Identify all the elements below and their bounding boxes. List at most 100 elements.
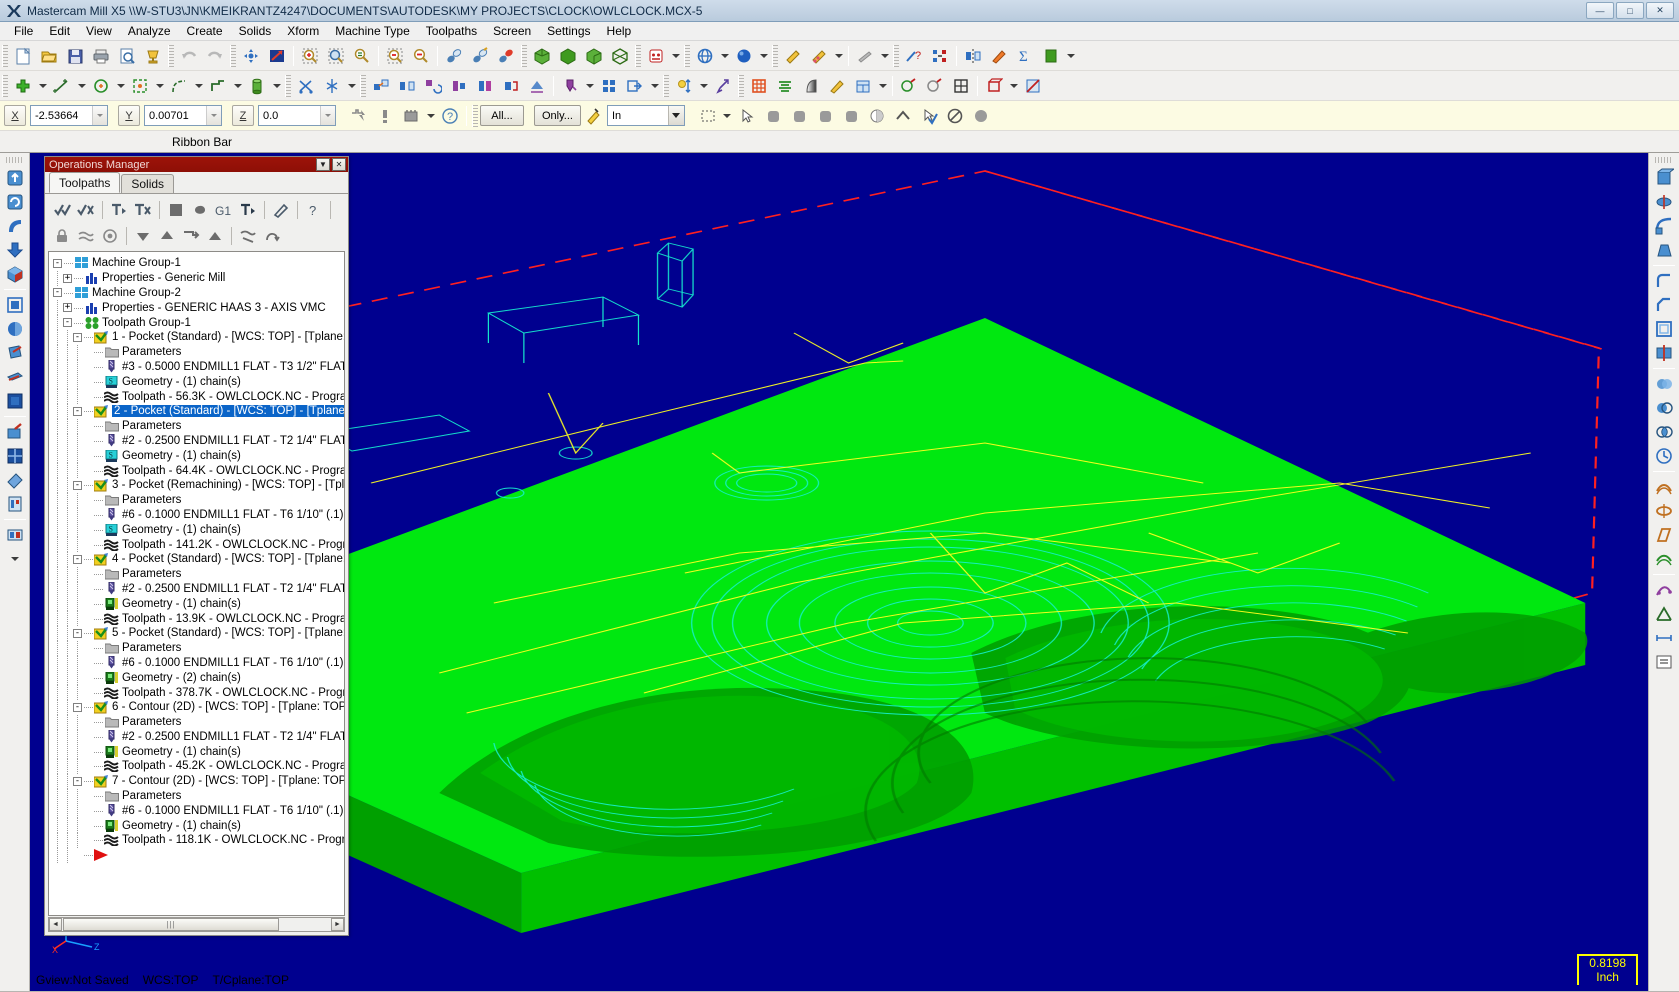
operations-manager-titlebar[interactable]: Operations Manager ▼ ✕ bbox=[45, 157, 348, 172]
xform-mirror-icon[interactable] bbox=[394, 74, 420, 98]
mask-point-icon[interactable] bbox=[838, 104, 864, 128]
solid-boolean-add-icon[interactable] bbox=[1651, 372, 1677, 396]
toolbar-grip[interactable] bbox=[168, 44, 174, 67]
menu-item-solids[interactable]: Solids bbox=[231, 22, 280, 40]
surface-revolve-icon[interactable] bbox=[1651, 499, 1677, 523]
maximize-button[interactable]: □ bbox=[1616, 2, 1644, 19]
xform-offset-contour-icon[interactable] bbox=[498, 74, 524, 98]
create-curve-icon[interactable] bbox=[166, 74, 192, 98]
tree-expander[interactable]: - bbox=[73, 628, 82, 638]
view-rotate-icon[interactable] bbox=[2, 190, 28, 214]
fastpoint-icon[interactable] bbox=[346, 104, 372, 128]
tree-row[interactable]: - 6 - Contour (2D) - [WCS: TOP] - [Tplane… bbox=[53, 699, 344, 715]
attributes-dropdown-icon[interactable] bbox=[832, 44, 845, 68]
shaded-dropdown-icon[interactable] bbox=[757, 44, 770, 68]
export-icon[interactable] bbox=[622, 74, 648, 98]
blank-icon[interactable] bbox=[493, 44, 519, 68]
autocursor-dropdown-icon[interactable] bbox=[424, 104, 437, 128]
toolbar-grip[interactable] bbox=[521, 44, 527, 67]
view-arc-icon[interactable] bbox=[2, 214, 28, 238]
break-entity-icon[interactable] bbox=[319, 74, 345, 98]
create-cylinder-dropdown-icon[interactable] bbox=[270, 74, 283, 98]
create-spline-dropdown-icon[interactable] bbox=[153, 74, 166, 98]
create-rect-icon[interactable] bbox=[205, 74, 231, 98]
select-only-button[interactable]: Only... bbox=[534, 105, 581, 126]
vtoolbar-overflow-icon[interactable] bbox=[8, 547, 21, 571]
toolpath-tree[interactable]: - Machine Group-1 + Properties - Generic Mi… bbox=[48, 251, 345, 916]
move-insert-icon[interactable] bbox=[179, 225, 203, 247]
toolbar-grip[interactable] bbox=[663, 74, 669, 97]
dynamic-rotate-icon[interactable] bbox=[264, 44, 290, 68]
solid-extrude-op-icon[interactable] bbox=[1651, 166, 1677, 190]
zoom-out-icon[interactable] bbox=[408, 44, 434, 68]
viewsheet-dropdown-icon[interactable] bbox=[876, 74, 889, 98]
fit-screen-icon[interactable] bbox=[349, 44, 375, 68]
lights-dropdown-icon[interactable] bbox=[697, 74, 710, 98]
quick-mask-icon[interactable] bbox=[581, 104, 607, 128]
toolbar-grip[interactable] bbox=[2, 44, 8, 67]
tree-horizontal-scrollbar[interactable]: ◄ ||| ► bbox=[48, 917, 345, 932]
units-dropdown-icon[interactable] bbox=[667, 106, 684, 125]
tree-row[interactable]: - 3 - Pocket (Remachining) - [WCS: TOP] -… bbox=[53, 477, 344, 493]
dynamic-xform-icon[interactable] bbox=[710, 74, 736, 98]
solid-chamfer-icon[interactable] bbox=[1651, 293, 1677, 317]
tree-expander[interactable]: - bbox=[73, 554, 82, 564]
toolbar-grip[interactable] bbox=[684, 44, 690, 67]
save-file-icon[interactable] bbox=[62, 44, 88, 68]
tree-row[interactable]: + Properties - Generic Mill bbox=[53, 270, 344, 286]
create-arc-dropdown-icon[interactable] bbox=[114, 74, 127, 98]
create-point-dropdown-icon[interactable] bbox=[36, 74, 49, 98]
toolbar-grip[interactable] bbox=[360, 74, 366, 97]
gradient-icon[interactable] bbox=[798, 74, 824, 98]
tree-row[interactable]: - Machine Group-1 bbox=[53, 256, 344, 271]
toolbar-grip[interactable] bbox=[2, 74, 8, 97]
create-spline-icon[interactable] bbox=[127, 74, 153, 98]
menu-item-create[interactable]: Create bbox=[179, 22, 231, 40]
line-style-dropdown-icon[interactable] bbox=[878, 44, 891, 68]
front-view-icon[interactable] bbox=[581, 44, 607, 68]
surface-draft-icon[interactable] bbox=[1651, 523, 1677, 547]
tree-row[interactable]: Parameters bbox=[53, 714, 344, 730]
xform-offset-icon[interactable] bbox=[472, 74, 498, 98]
tree-expander[interactable]: - bbox=[73, 332, 82, 342]
autocursor-settings-icon[interactable] bbox=[398, 104, 424, 128]
ops-help-icon[interactable]: ? bbox=[302, 199, 326, 221]
x-coordinate-input[interactable]: -2.53664 bbox=[30, 105, 108, 126]
close-panel-button[interactable]: ✕ bbox=[332, 158, 346, 171]
z-coordinate-input[interactable]: 0.0 bbox=[258, 105, 336, 126]
green-tool-dropdown-icon[interactable] bbox=[1064, 44, 1077, 68]
verify-dropdown-icon[interactable] bbox=[669, 44, 682, 68]
toolbar-grip[interactable] bbox=[738, 74, 744, 97]
z-dropdown-icon[interactable] bbox=[320, 106, 335, 125]
drill-dropdown-icon[interactable] bbox=[583, 74, 596, 98]
tree-row[interactable]: - 5 - Pocket (Standard) - [WCS: TOP] - [T… bbox=[53, 625, 344, 641]
drafting-icon[interactable] bbox=[1651, 602, 1677, 626]
xform-rotate-icon[interactable] bbox=[420, 74, 446, 98]
fillet-icon[interactable] bbox=[986, 44, 1012, 68]
x-dropdown-icon[interactable] bbox=[92, 106, 107, 125]
close-button[interactable]: ✕ bbox=[1646, 2, 1674, 19]
isometric-view-icon[interactable] bbox=[529, 44, 555, 68]
regen-toolpath-icon[interactable] bbox=[107, 199, 131, 221]
unblank-entity-icon[interactable] bbox=[2, 365, 28, 389]
trim-break-icon[interactable] bbox=[293, 74, 319, 98]
solid-extrude-icon[interactable] bbox=[896, 74, 922, 98]
solid-revolve-op-icon[interactable] bbox=[1651, 190, 1677, 214]
toolbar-grip[interactable] bbox=[772, 44, 778, 67]
clear-selection-icon[interactable] bbox=[942, 104, 968, 128]
collapse-panel-button[interactable]: ▼ bbox=[316, 158, 330, 171]
pointer-select-icon[interactable] bbox=[734, 104, 760, 128]
toolbar-grip[interactable] bbox=[893, 44, 899, 67]
tree-expander[interactable]: - bbox=[73, 776, 82, 786]
g1-post-icon[interactable]: G1 bbox=[212, 199, 236, 221]
create-arc-icon[interactable] bbox=[88, 74, 114, 98]
delete-toolpath-icon[interactable] bbox=[131, 199, 155, 221]
tree-row[interactable]: #6 - 0.1000 ENDMILL1 FLAT - T6 1/10" (.1… bbox=[53, 803, 344, 819]
tree-row[interactable]: Parameters bbox=[53, 566, 344, 582]
tree-expander[interactable]: - bbox=[73, 702, 82, 712]
tree-row[interactable]: - 7 - Contour (2D) - [WCS: TOP] - [Tplane… bbox=[53, 773, 344, 789]
menu-item-machine-type[interactable]: Machine Type bbox=[327, 22, 418, 40]
tree-row[interactable]: Toolpath - 141.2K - OWLCLOCK.NC - Progra… bbox=[53, 537, 344, 552]
shaded-view-icon[interactable] bbox=[2, 317, 28, 341]
solid-boolean-remove-icon[interactable] bbox=[1651, 396, 1677, 420]
